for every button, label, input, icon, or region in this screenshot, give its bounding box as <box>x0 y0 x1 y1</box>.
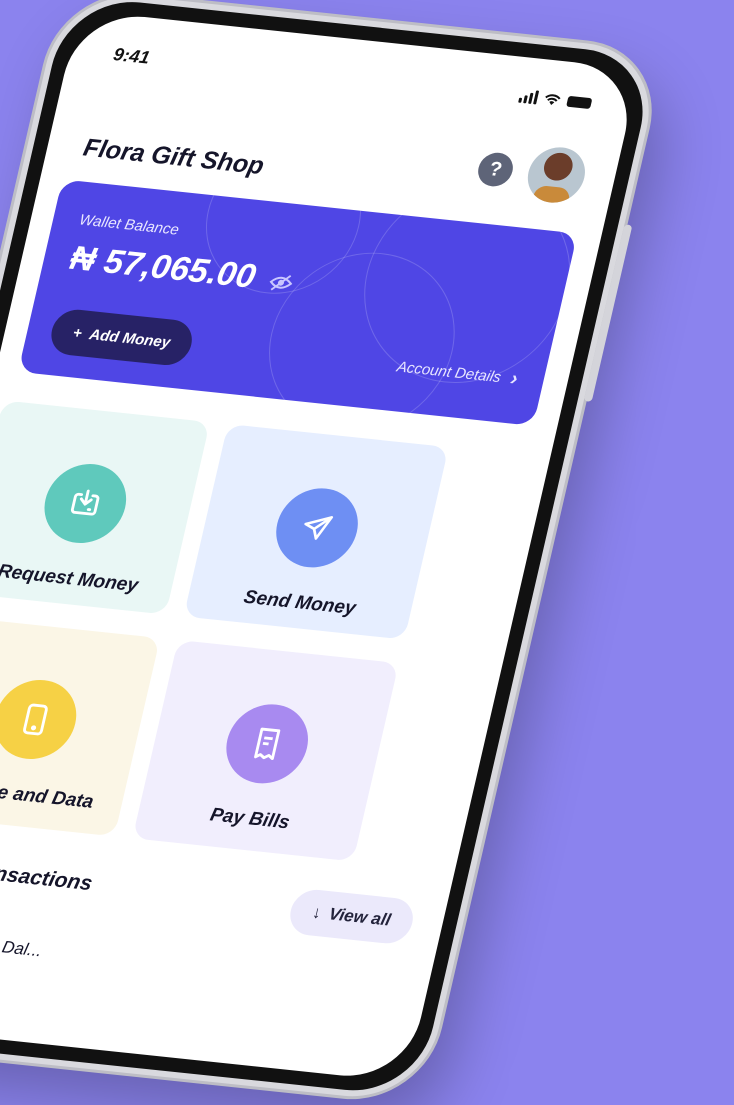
pay-bills-label: Pay Bills <box>208 804 292 834</box>
status-icons <box>518 89 593 110</box>
view-all-label: View all <box>326 904 393 930</box>
wallet-label: Wallet Balance <box>77 211 181 239</box>
phone-frame: 9:41 Flora Gift Shop ? Wallet Balance ₦ … <box>0 0 665 1104</box>
wallet-card: Wallet Balance ₦ 57,065.00 + Add Money A… <box>17 179 578 426</box>
status-bar: 9:41 <box>111 44 594 118</box>
airtime-data-tile[interactable]: Airtime and Data <box>0 616 161 837</box>
plus-icon: + <box>71 323 84 342</box>
receipt-icon <box>254 727 281 761</box>
add-money-label: Add Money <box>87 325 173 351</box>
download-tray-icon <box>70 489 100 516</box>
recent-transactions: Recent transactions ↓ View all <box>0 846 418 946</box>
airtime-data-label: Airtime and Data <box>0 776 96 813</box>
request-money-circle <box>36 460 135 547</box>
signal-icon <box>518 89 540 105</box>
help-button[interactable]: ? <box>474 151 517 189</box>
pay-bills-circle <box>218 700 317 788</box>
battery-icon <box>566 95 593 109</box>
hide-balance-icon[interactable] <box>267 272 295 294</box>
wifi-icon <box>545 94 561 106</box>
send-money-circle <box>268 484 366 572</box>
smartphone-icon <box>23 703 48 736</box>
request-money-label: Request Money <box>0 560 141 597</box>
add-money-button[interactable]: + Add Money <box>46 307 197 368</box>
pay-bills-tile[interactable]: Pay Bills <box>132 639 399 862</box>
view-all-button[interactable]: ↓ View all <box>285 887 418 946</box>
paper-plane-icon <box>304 516 334 540</box>
shop-name: Flora Gift Shop <box>80 133 267 181</box>
arrow-down-icon: ↓ <box>310 902 324 923</box>
recent-transactions-title: Recent transactions <box>0 852 95 896</box>
app-screen: 9:41 Flora Gift Shop ? Wallet Balance ₦ … <box>0 10 640 1083</box>
request-money-tile[interactable]: Request Money <box>0 400 211 615</box>
send-money-label: Send Money <box>241 586 358 620</box>
airtime-data-circle <box>0 676 85 763</box>
status-time: 9:41 <box>111 44 152 68</box>
chevron-right-icon: › <box>508 367 520 390</box>
avatar[interactable] <box>522 144 591 206</box>
send-money-tile[interactable]: Send Money <box>183 423 449 640</box>
transaction-name: Jackson Dal... <box>0 930 45 961</box>
